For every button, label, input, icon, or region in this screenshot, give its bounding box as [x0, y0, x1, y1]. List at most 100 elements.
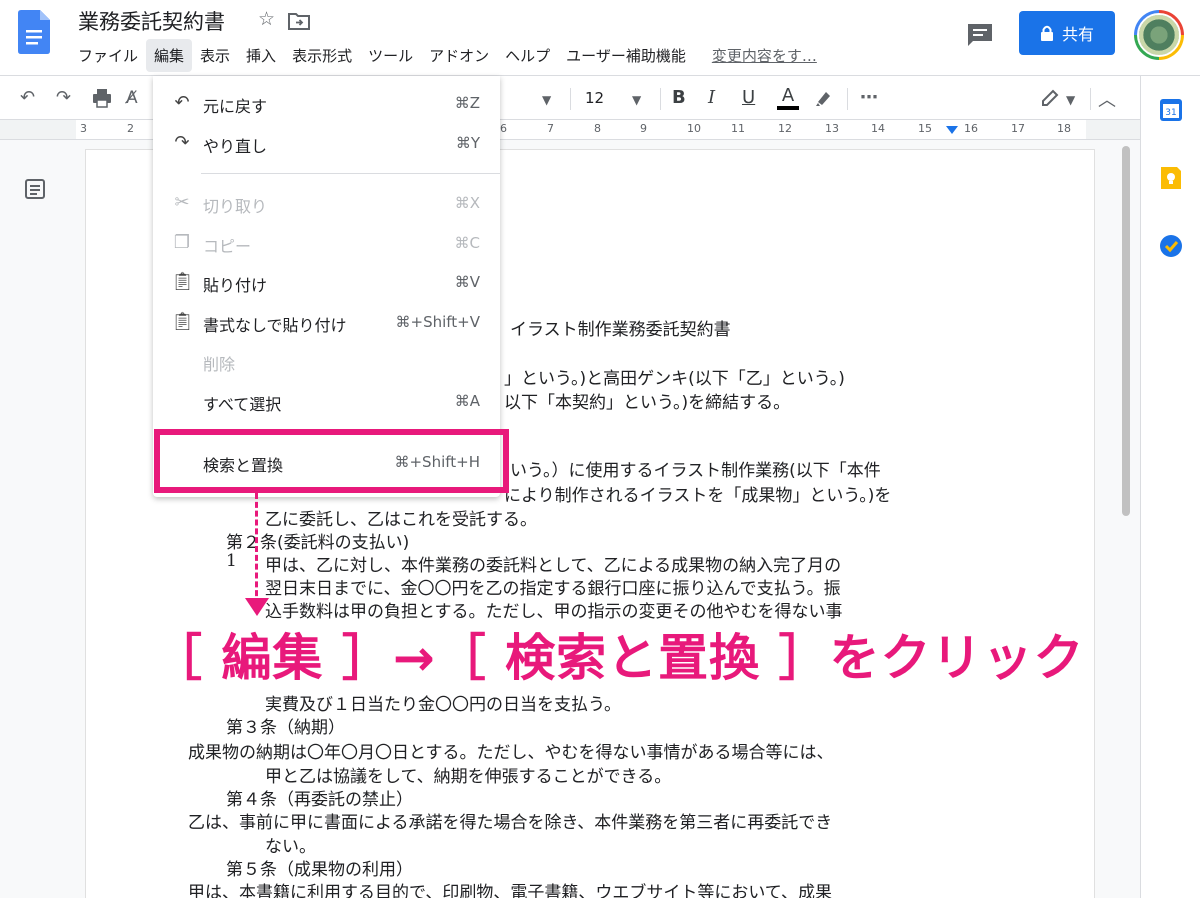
move-folder-icon[interactable] — [288, 12, 310, 30]
find-replace-highlight — [154, 429, 509, 493]
spellcheck-icon[interactable]: A̸ — [126, 86, 138, 110]
menu-help[interactable]: ヘルプ — [497, 39, 558, 72]
menu-item-shortcut: ⌘A — [454, 392, 480, 410]
menu-select-all[interactable]: すべて選択 ⌘A — [153, 384, 500, 418]
menu-accessibility[interactable]: ユーザー補助機能 — [558, 39, 694, 72]
menu-bar: ファイル 編集 表示 挿入 表示形式 ツール アドオン ヘルプ ユーザー補助機能… — [70, 38, 817, 72]
menu-item-shortcut: ⌘Y — [455, 134, 480, 152]
undo-icon: ↶ — [174, 92, 190, 113]
collapse-toolbar-icon[interactable]: ︿ — [1098, 86, 1116, 112]
menu-item-label: 元に戻す — [203, 97, 268, 116]
menu-item-label: 書式なしで貼り付け — [203, 316, 347, 335]
ruler-mark: 2 — [127, 122, 134, 135]
menu-redo[interactable]: ↷ やり直し ⌘Y — [153, 126, 500, 160]
more-options-button[interactable]: ⋯ — [860, 86, 878, 110]
doc-line: 乙に委託し、乙はこれを受託する。 — [265, 510, 537, 530]
doc-line: ない。 — [265, 837, 316, 857]
menu-paste[interactable]: 📋︎ 貼り付け ⌘V — [153, 265, 500, 299]
clipboard-icon: 📋︎ — [171, 271, 194, 292]
doc-line: 実費及び１日当たり金〇〇円の日当を支払う。 — [265, 695, 621, 715]
menu-item-label: 削除 — [203, 355, 236, 374]
comment-icon[interactable] — [966, 22, 994, 48]
font-size-dropdown-icon[interactable]: ▼ — [632, 88, 641, 112]
annotation-arrow — [255, 493, 258, 605]
document-outline-icon[interactable] — [24, 178, 46, 200]
redo-icon[interactable]: ↷ — [56, 86, 71, 110]
doc-line: 甲は、乙に対し、本件業務の委託料として、乙による成果物の納入完了月の — [265, 556, 842, 576]
menu-item-shortcut: ⌘X — [454, 194, 480, 212]
copy-icon: ❐ — [173, 232, 191, 253]
menu-addons[interactable]: アドオン — [421, 39, 497, 72]
ruler-mark: 14 — [871, 122, 885, 135]
scrollbar[interactable] — [1122, 146, 1130, 516]
menu-undo[interactable]: ↶ 元に戻す ⌘Z — [153, 86, 500, 120]
doc-line: により制作されるイラストを「成果物」という。)を — [504, 486, 892, 506]
keep-icon[interactable] — [1159, 166, 1183, 190]
menu-view[interactable]: 表示 — [192, 39, 238, 72]
menu-item-label: すべて選択 — [203, 395, 282, 414]
ruler-mark: 10 — [687, 122, 701, 135]
side-panel: 31 — [1140, 76, 1200, 898]
menu-item-shortcut: ⌘C — [454, 234, 480, 252]
mode-dropdown-icon[interactable]: ▼ — [1066, 88, 1075, 112]
underline-button[interactable]: U — [742, 86, 755, 110]
menu-paste-plain[interactable]: 📋︎ 書式なしで貼り付け ⌘+Shift+V — [153, 305, 500, 339]
menu-edit[interactable]: 編集 — [146, 38, 193, 72]
menu-item-label: 切り取り — [203, 197, 268, 216]
menu-copy[interactable]: ❐ コピー ⌘C — [153, 226, 500, 260]
italic-button[interactable]: I — [708, 86, 715, 110]
last-edit-link[interactable]: 変更内容をす… — [712, 45, 817, 66]
scissors-icon: ✂ — [174, 192, 190, 213]
menu-cut[interactable]: ✂ 切り取り ⌘X — [153, 186, 500, 220]
ruler-mark: 16 — [964, 122, 978, 135]
menu-tools[interactable]: ツール — [360, 39, 421, 72]
menu-file[interactable]: ファイル — [70, 39, 146, 72]
menu-format[interactable]: 表示形式 — [284, 39, 360, 72]
share-button[interactable]: 共有 — [1019, 11, 1115, 55]
indent-marker-icon[interactable] — [946, 126, 958, 134]
menu-item-label: やり直し — [203, 137, 268, 156]
font-size-value[interactable]: 12 — [585, 86, 604, 110]
edit-mode-icon[interactable] — [1040, 88, 1060, 108]
arrow-down-icon — [245, 598, 269, 616]
text-color-button[interactable]: A — [777, 86, 799, 110]
ruler-mark: 12 — [778, 122, 792, 135]
app-header: 業務委託契約書 ☆ ファイル 編集 表示 挿入 表示形式 ツール アドオン ヘル… — [0, 0, 1200, 76]
tasks-icon[interactable] — [1159, 234, 1183, 258]
ruler-mark: 7 — [547, 122, 554, 135]
ruler-mark: 18 — [1057, 122, 1071, 135]
ruler-mark: 8 — [594, 122, 601, 135]
redo-icon: ↷ — [174, 132, 190, 153]
menu-insert[interactable]: 挿入 — [238, 39, 284, 72]
undo-icon[interactable]: ↶ — [20, 86, 35, 110]
menu-item-shortcut: ⌘+Shift+V — [395, 313, 481, 331]
ruler-mark: 11 — [731, 122, 745, 135]
doc-line: 第２条(委託料の支払い) — [226, 533, 410, 553]
doc-line: 以下「本契約」という。)を締結する。 — [504, 393, 791, 413]
doc-line: 成果物の納期は〇年〇月〇日とする。ただし、やむを得ない事情がある場合等には、 — [188, 743, 834, 763]
doc-line: 甲は、本書籍に利用する目的で、印刷物、電子書籍、ウエブサイト等において、成果 — [188, 883, 832, 898]
star-icon[interactable]: ☆ — [258, 8, 275, 30]
doc-line: イラスト制作業務委託契約書 — [510, 320, 731, 340]
menu-delete[interactable]: 削除 — [153, 344, 500, 378]
menu-divider — [201, 173, 500, 174]
bold-button[interactable]: B — [672, 86, 686, 110]
menu-item-label: 貼り付け — [203, 276, 268, 295]
menu-item-shortcut: ⌘Z — [454, 94, 480, 112]
doc-line: 甲と乙は協議をして、納期を伸張することができる。 — [265, 767, 672, 787]
ruler-mark: 15 — [918, 122, 932, 135]
print-icon[interactable] — [92, 88, 112, 108]
highlight-icon[interactable] — [814, 88, 834, 108]
svg-text:31: 31 — [1165, 108, 1176, 118]
menu-item-shortcut: ⌘V — [454, 273, 480, 291]
ruler-mark: 6 — [500, 122, 507, 135]
ruler-mark: 13 — [825, 122, 839, 135]
docs-logo-icon[interactable] — [18, 10, 50, 54]
calendar-icon[interactable]: 31 — [1159, 98, 1183, 122]
avatar[interactable] — [1134, 10, 1184, 60]
doc-line: 翌日末日までに、金〇〇円を乙の指定する銀行口座に振り込んで支払う。振 — [265, 579, 841, 599]
font-dropdown-icon[interactable]: ▼ — [542, 88, 551, 112]
document-title[interactable]: 業務委託契約書 — [78, 6, 225, 36]
doc-line: 第５条（成果物の利用） — [226, 860, 413, 880]
doc-line: 第４条（再委託の禁止） — [226, 790, 413, 810]
